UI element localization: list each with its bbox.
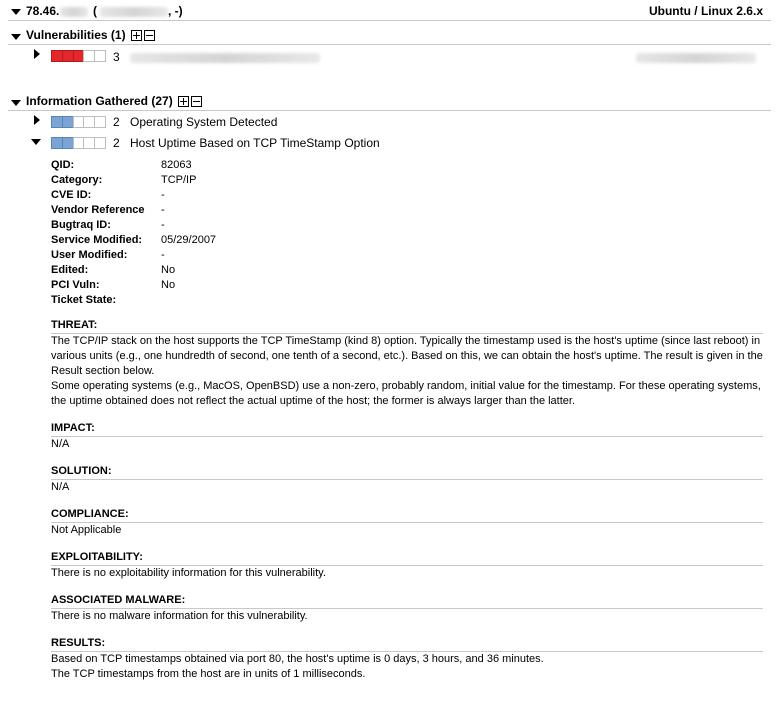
service-modified-label: Service Modified:	[51, 234, 143, 246]
redacted-ip	[60, 7, 88, 17]
severity-indicator	[51, 50, 106, 62]
pci-label: PCI Vuln:	[51, 279, 100, 291]
host-os: Ubuntu / Linux 2.6.x	[648, 4, 763, 18]
redacted-hostname	[100, 7, 168, 17]
hostname-close: , -)	[168, 4, 183, 18]
collapse-all-icon[interactable]	[191, 96, 203, 108]
info-header: Information Gathered (27)	[26, 94, 203, 108]
edited-value: No	[161, 264, 176, 276]
compliance-text: Not Applicable	[51, 524, 122, 536]
user-modified-label: User Modified:	[51, 249, 128, 261]
bugtraq-value: -	[161, 219, 165, 231]
malware-text: There is no malware information for this…	[51, 610, 308, 622]
solution-title: SOLUTION:	[51, 465, 112, 477]
collapse-vulnerabilities-icon[interactable]	[11, 34, 21, 40]
redacted-vuln-title	[130, 53, 320, 63]
compliance-title: COMPLIANCE:	[51, 508, 129, 520]
hostname-open: (	[93, 4, 97, 18]
impact-title: IMPACT:	[51, 422, 95, 434]
expand-vuln-icon[interactable]	[34, 49, 40, 59]
threat-title: THREAT:	[51, 319, 98, 331]
divider	[8, 44, 771, 45]
exploitability-title: EXPLOITABILITY:	[51, 551, 143, 563]
collapse-all-icon[interactable]	[143, 30, 155, 42]
bugtraq-label: Bugtraq ID:	[51, 219, 111, 231]
severity-level: 2	[113, 115, 120, 129]
edited-label: Edited:	[51, 264, 89, 276]
qid-value: 82063	[161, 159, 192, 171]
collapse-item-icon[interactable]	[31, 139, 41, 145]
exploitability-text: There is no exploitability information f…	[51, 567, 326, 579]
redacted-vuln-port	[636, 53, 756, 63]
severity-level: 2	[113, 136, 120, 150]
threat-text-1: The TCP/IP stack on the host supports th…	[51, 335, 763, 377]
vulnerabilities-title: Vulnerabilities (1)	[26, 28, 126, 42]
service-modified-value: 05/29/2007	[161, 234, 217, 246]
info-title: Information Gathered (27)	[26, 94, 173, 108]
results-text-2: The TCP timestamps from the host are in …	[51, 668, 366, 680]
ticket-state-label: Ticket State:	[51, 294, 117, 306]
vendor-value: -	[161, 204, 165, 216]
divider	[8, 110, 771, 111]
user-modified-value: -	[161, 249, 165, 261]
results-title: RESULTS:	[51, 637, 106, 649]
collapse-info-icon[interactable]	[11, 100, 21, 106]
divider	[8, 20, 771, 21]
info-item-title[interactable]: Operating System Detected	[130, 115, 277, 129]
severity-indicator	[51, 116, 106, 128]
results-text-1: Based on TCP timestamps obtained via por…	[51, 653, 544, 665]
category-value: TCP/IP	[161, 174, 197, 186]
vulnerabilities-header: Vulnerabilities (1)	[26, 28, 155, 42]
severity-indicator	[51, 137, 106, 149]
cve-value: -	[161, 189, 165, 201]
solution-text: N/A	[51, 481, 70, 493]
vendor-label: Vendor Reference	[51, 204, 145, 216]
malware-title: ASSOCIATED MALWARE:	[51, 594, 186, 606]
cve-label: CVE ID:	[51, 189, 92, 201]
impact-text: N/A	[51, 438, 70, 450]
qid-label: QID:	[51, 159, 75, 171]
pci-value: No	[161, 279, 176, 291]
host-ip: 78.46.	[26, 4, 60, 18]
collapse-host-icon[interactable]	[11, 9, 21, 15]
threat-text-2: Some operating systems (e.g., MacOS, Ope…	[51, 380, 761, 407]
host-header: 78.46.	[26, 4, 59, 18]
category-label: Category:	[51, 174, 103, 186]
severity-level: 3	[113, 50, 120, 64]
expand-item-icon[interactable]	[34, 115, 40, 125]
info-item-title[interactable]: Host Uptime Based on TCP TimeStamp Optio…	[130, 136, 380, 150]
expand-all-icon[interactable]	[130, 30, 142, 42]
expand-all-icon[interactable]	[178, 96, 190, 108]
